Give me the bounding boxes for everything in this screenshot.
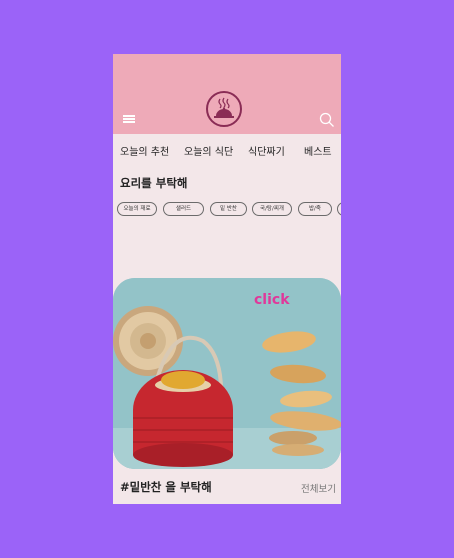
chip-salad[interactable]: 샐러드	[163, 202, 204, 216]
chip-list: 오늘의 재료 샐러드 밑 반찬 국/탕/찌개 밥/죽	[117, 202, 341, 218]
banner-image[interactable]: click	[113, 278, 341, 469]
chip-soup-stew[interactable]: 국/탕/찌개	[252, 202, 292, 216]
app-screen: 오늘의 추천 오늘의 식단 식단짜기 베스트 요리를 부탁해 오늘의 재료 샐러…	[113, 54, 341, 504]
section-title: 요리를 부탁해	[120, 176, 188, 190]
tab-best[interactable]: 베스트	[304, 143, 332, 158]
tab-today-menu[interactable]: 오늘의 식단	[184, 143, 233, 158]
click-label[interactable]: click	[254, 292, 290, 308]
chip-rice-porridge[interactable]: 밥/죽	[298, 202, 332, 216]
see-all-link[interactable]: 전체보기	[301, 481, 336, 495]
top-bar	[113, 54, 341, 134]
chip-today-ingredient[interactable]: 오늘의 재료	[117, 202, 157, 216]
tab-meal-plan[interactable]: 식단짜기	[248, 143, 285, 158]
chip-more[interactable]	[337, 202, 341, 216]
tab-today-recommend[interactable]: 오늘의 추천	[120, 143, 169, 158]
cloche-logo-icon[interactable]	[206, 91, 242, 127]
hamburger-menu-icon[interactable]	[123, 115, 135, 124]
search-icon[interactable]	[319, 112, 335, 132]
chip-side-dish[interactable]: 밑 반찬	[210, 202, 247, 216]
category-tabs: 오늘의 추천 오늘의 식단 식단짜기 베스트	[113, 134, 341, 166]
side-dish-section-title: #밑반찬 을 부탁해	[120, 480, 212, 494]
